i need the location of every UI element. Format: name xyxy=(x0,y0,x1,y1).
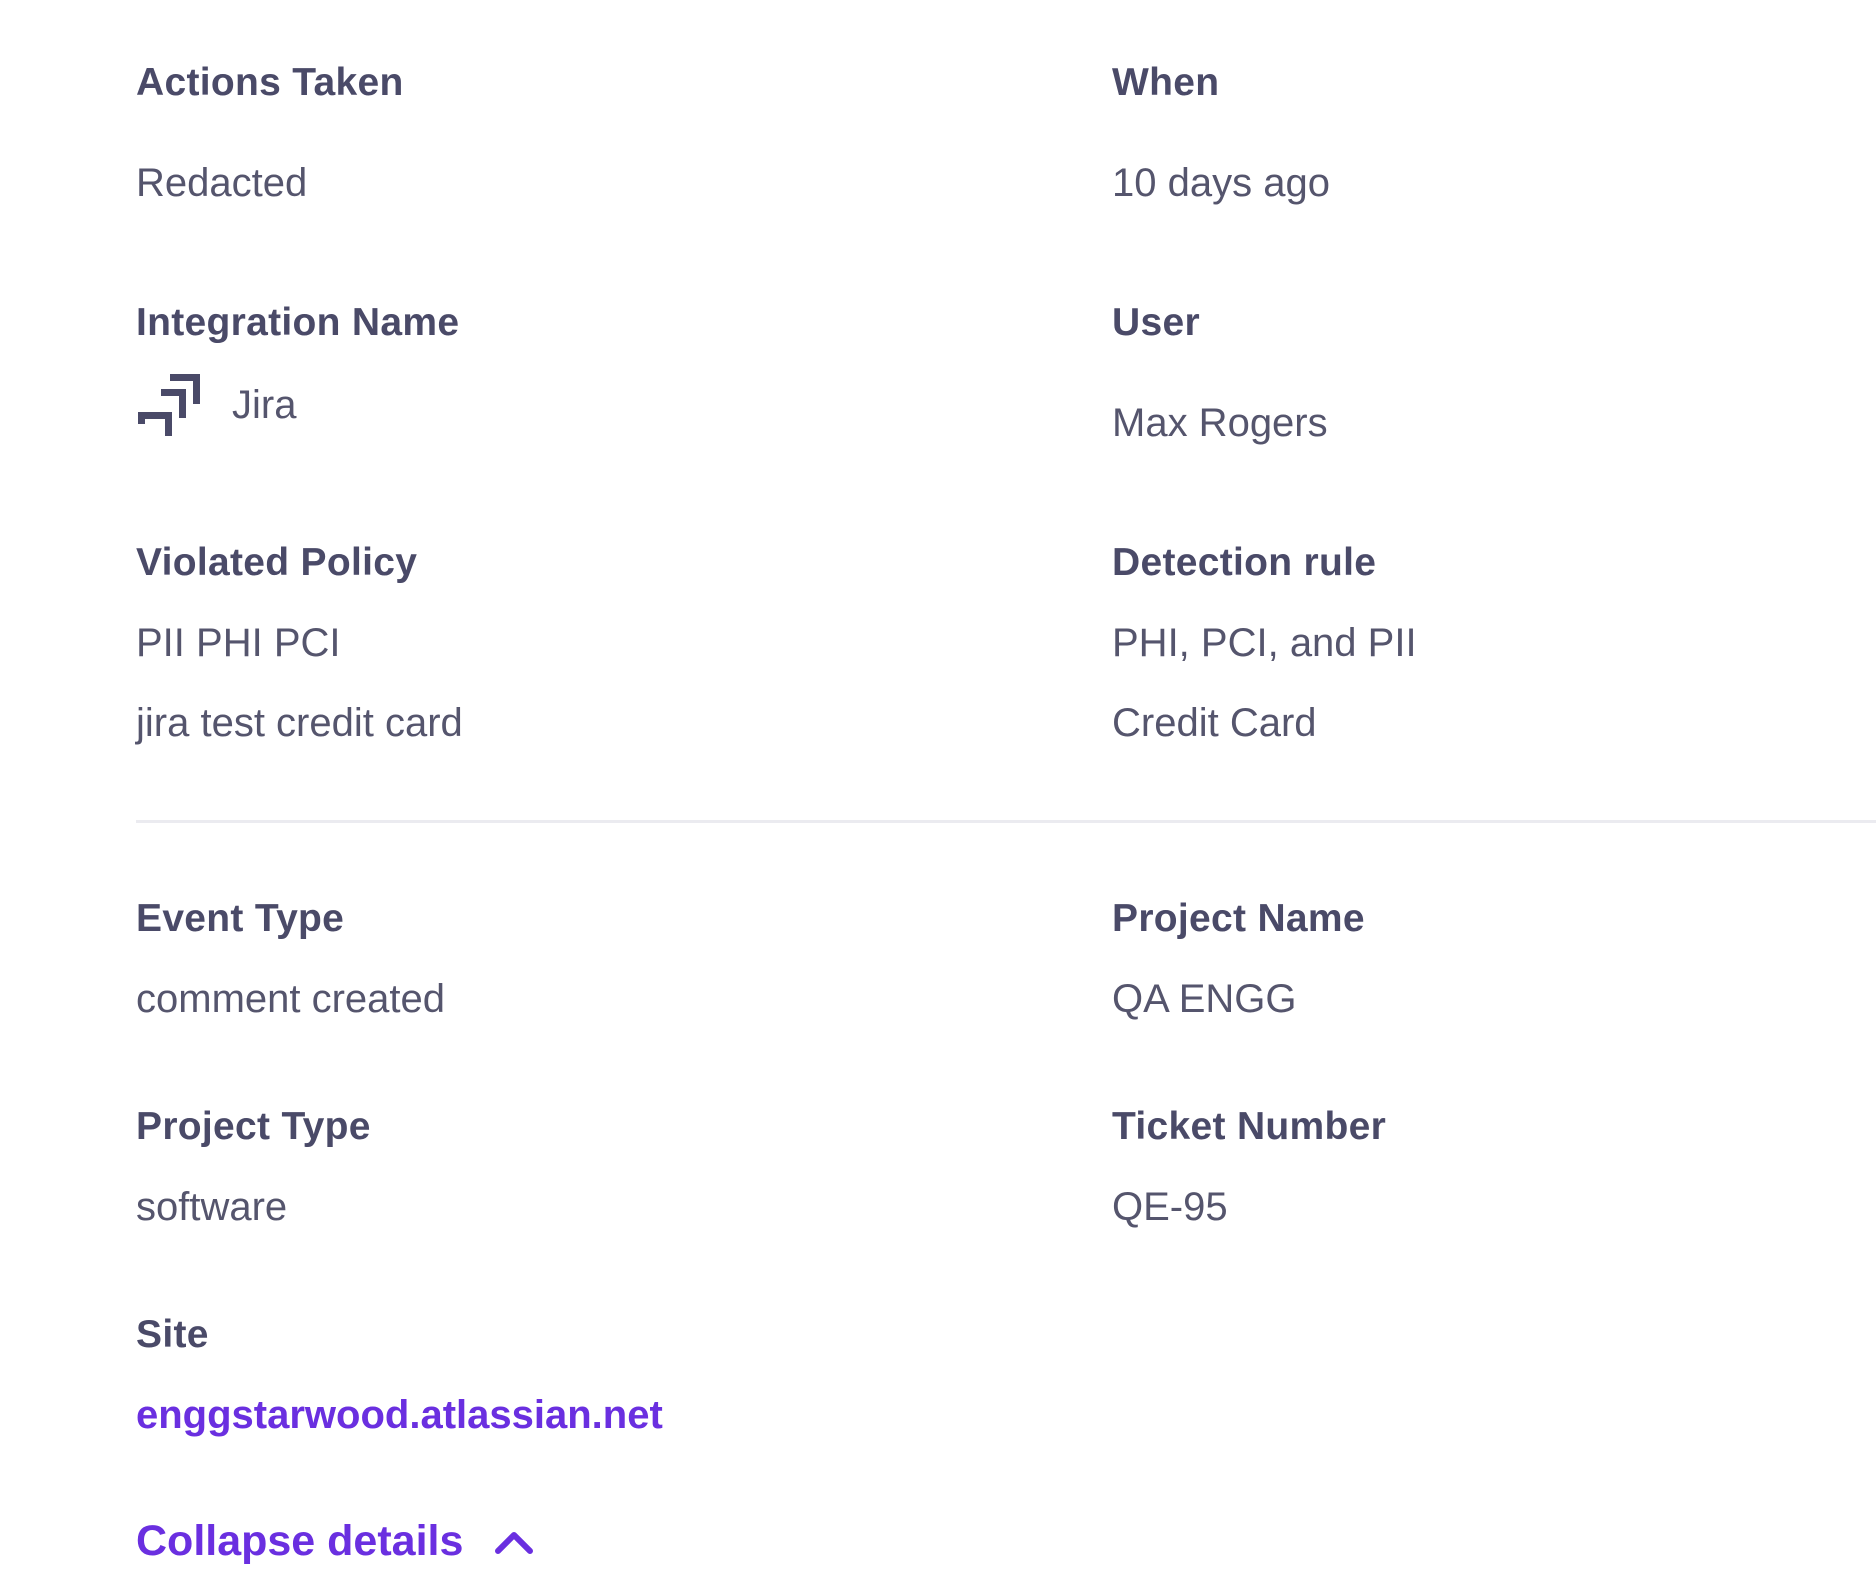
chevron-up-icon xyxy=(495,1531,534,1554)
detection-rule-value-1: PHI, PCI, and PII xyxy=(1112,621,1417,665)
project-name-value: QA ENGG xyxy=(1112,977,1297,1021)
site-label: Site xyxy=(136,1313,209,1356)
integration-name-value: Jira xyxy=(232,383,297,427)
ticket-number-value: QE-95 xyxy=(1112,1185,1228,1229)
project-type-label: Project Type xyxy=(136,1105,371,1148)
collapse-details-button[interactable]: Collapse details xyxy=(136,1520,535,1563)
project-name-label: Project Name xyxy=(1112,897,1365,940)
event-type-label: Event Type xyxy=(136,897,345,940)
project-type-value: software xyxy=(136,1185,288,1229)
user-label: User xyxy=(1112,301,1200,344)
site-link[interactable]: enggstarwood.atlassian.net xyxy=(136,1395,663,1435)
detection-rule-value-2: Credit Card xyxy=(1112,701,1317,745)
event-type-value: comment created xyxy=(136,977,446,1021)
actions-taken-label: Actions Taken xyxy=(136,61,404,104)
ticket-number-label: Ticket Number xyxy=(1112,1105,1387,1148)
actions-taken-value: Redacted xyxy=(136,161,308,205)
violated-policy-value-2: jira test credit card xyxy=(136,701,463,745)
section-divider xyxy=(136,820,1876,823)
when-value: 10 days ago xyxy=(1112,161,1330,205)
collapse-details-label: Collapse details xyxy=(136,1517,464,1565)
user-value: Max Rogers xyxy=(1112,401,1328,445)
jira-icon xyxy=(138,374,200,436)
violated-policy-value-1: PII PHI PCI xyxy=(136,621,341,665)
detection-rule-label: Detection rule xyxy=(1112,541,1377,584)
when-label: When xyxy=(1112,61,1220,104)
violated-policy-label: Violated Policy xyxy=(136,541,418,584)
integration-name-label: Integration Name xyxy=(136,301,460,344)
